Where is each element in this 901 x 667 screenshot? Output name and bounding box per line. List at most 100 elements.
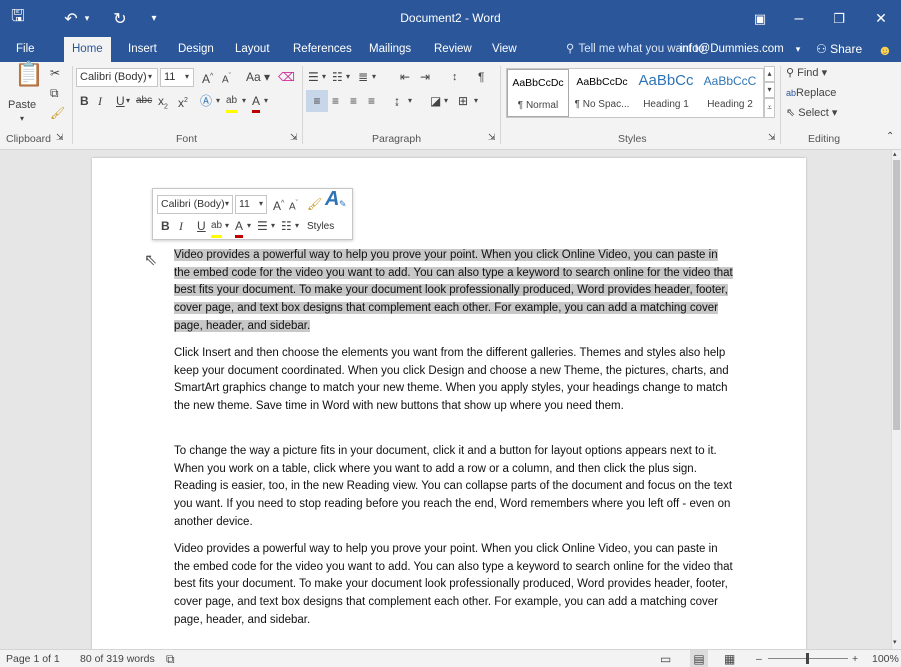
line-spacing-dropdown-icon[interactable]: ▾ (408, 92, 412, 110)
tab-file[interactable]: File (8, 37, 43, 62)
increase-indent-icon[interactable]: ⇥ (420, 68, 430, 86)
restore-button[interactable]: ❐ (826, 0, 852, 37)
multilevel-dropdown-icon[interactable]: ▾ (372, 68, 376, 86)
save-icon[interactable]: 🖫 (4, 0, 32, 37)
tab-mailings[interactable]: Mailings (361, 37, 419, 62)
customize-qat-icon[interactable]: ▾ (146, 0, 162, 37)
scrollbar-thumb[interactable] (893, 160, 900, 430)
mini-font-size-dropdown-icon[interactable]: ▾ (259, 195, 263, 213)
mini-numbering-dropdown-icon[interactable]: ▾ (295, 217, 299, 235)
styles-launcher-icon[interactable]: ⇲ (768, 128, 776, 146)
align-left-icon[interactable]: ≡ (306, 90, 328, 112)
account-name[interactable]: info@Dummies.com (680, 37, 784, 62)
underline-dropdown-icon[interactable]: ▾ (126, 92, 130, 110)
font-color-dropdown-icon[interactable]: ▾ (264, 92, 268, 110)
document-paragraph[interactable]: To change the way a picture fits in your… (174, 443, 734, 532)
highlight-dropdown-icon[interactable]: ▾ (242, 92, 246, 110)
undo-dropdown-icon[interactable]: ▾ (82, 0, 92, 37)
ribbon-display-options-icon[interactable]: ▣ (748, 0, 772, 37)
mini-styles-icon[interactable]: A (325, 189, 339, 209)
font-size-dropdown-icon[interactable]: ▾ (185, 68, 189, 86)
redo-icon[interactable]: ↻ (108, 0, 132, 37)
mini-bullets-dropdown-icon[interactable]: ▾ (271, 217, 275, 235)
styles-scroll-up-icon[interactable]: ▴ (764, 66, 775, 82)
tab-view[interactable]: View (484, 37, 525, 62)
paragraph-launcher-icon[interactable]: ⇲ (488, 128, 496, 146)
copy-icon[interactable]: ⧉ (50, 84, 59, 102)
align-center-icon[interactable]: ≡ (332, 92, 339, 110)
find-button[interactable]: ⚲ Find ▾ (786, 64, 827, 82)
proofing-icon[interactable]: ⧉ (166, 650, 175, 667)
undo-icon[interactable]: ↶ (60, 0, 82, 37)
align-right-icon[interactable]: ≡ (350, 92, 357, 110)
text-effects-dropdown-icon[interactable]: ▾ (216, 92, 220, 110)
font-color-icon[interactable]: A (252, 92, 261, 113)
show-formatting-icon[interactable]: ¶ (478, 68, 484, 86)
vertical-scrollbar[interactable]: ▴ ▾ (891, 150, 901, 649)
tab-design[interactable]: Design (170, 37, 222, 62)
font-name-dropdown-icon[interactable]: ▾ (148, 68, 152, 86)
account-dropdown-icon[interactable]: ▾ (792, 37, 804, 62)
clear-formatting-icon[interactable]: ⌫ (278, 68, 295, 86)
mini-highlight-icon[interactable]: ab (211, 217, 223, 238)
shading-icon[interactable]: ◪ (430, 92, 441, 110)
bullets-icon[interactable]: ☰ (308, 68, 319, 86)
grow-font-icon[interactable]: A^ (202, 68, 213, 88)
zoom-slider-thumb[interactable] (806, 653, 809, 664)
style-no-spacing[interactable]: AaBbCcDc ¶ No Spac... (571, 69, 633, 117)
mini-styles-label[interactable]: Styles (307, 218, 334, 236)
highlight-icon[interactable]: ab (226, 92, 238, 113)
decrease-indent-icon[interactable]: ⇤ (400, 68, 410, 86)
numbering-icon[interactable]: ☷ (332, 68, 343, 86)
clipboard-launcher-icon[interactable]: ⇲ (56, 128, 64, 146)
document-paragraph[interactable]: Video provides a powerful way to help yo… (174, 247, 734, 336)
mini-styles-brush-icon[interactable]: ✎ (339, 195, 347, 213)
mini-font-color-dropdown-icon[interactable]: ▾ (247, 217, 251, 235)
mini-font-name-box[interactable]: Calibri (Body) (157, 195, 233, 214)
tab-layout[interactable]: Layout (227, 37, 278, 62)
document-paragraph[interactable]: Click Insert and then choose the element… (174, 345, 734, 416)
styles-scroll-down-icon[interactable]: ▾ (764, 82, 775, 98)
font-name-box[interactable]: Calibri (Body) (76, 68, 158, 87)
multilevel-list-icon[interactable]: ≣ (358, 68, 368, 86)
numbering-dropdown-icon[interactable]: ▾ (346, 68, 350, 86)
mini-bullets-icon[interactable]: ☰ (257, 217, 268, 235)
change-case-button[interactable]: Aa ▾ (246, 68, 270, 86)
mini-highlight-dropdown-icon[interactable]: ▾ (225, 217, 229, 235)
style-heading-2[interactable]: AaBbCcC Heading 2 (699, 69, 761, 117)
mini-italic-icon[interactable]: I (179, 217, 183, 235)
line-spacing-icon[interactable]: ↨ (394, 92, 400, 110)
style-normal[interactable]: AaBbCcDc ¶ Normal (507, 69, 569, 117)
document-page[interactable]: Calibri (Body) ▾ 11 ▾ A^ Aˇ 🖌 A ✎ B I U … (92, 158, 806, 649)
mini-underline-icon[interactable]: U (197, 217, 206, 235)
document-paragraph[interactable]: Video provides a powerful way to help yo… (174, 541, 734, 630)
borders-dropdown-icon[interactable]: ▾ (474, 92, 478, 110)
underline-icon[interactable]: U (116, 92, 125, 110)
zoom-in-button[interactable]: + (852, 650, 858, 667)
mini-bold-icon[interactable]: B (161, 217, 170, 235)
cut-icon[interactable]: ✂ (50, 64, 60, 82)
tab-review[interactable]: Review (426, 37, 480, 62)
read-mode-icon[interactable]: ▭ (660, 650, 671, 667)
subscript-icon[interactable]: x2 (158, 92, 168, 116)
mini-numbering-icon[interactable]: ☷ (281, 217, 292, 235)
format-painter-icon[interactable]: 🖌 (50, 104, 65, 122)
zoom-level[interactable]: 100% (872, 650, 899, 667)
mini-font-dropdown-icon[interactable]: ▾ (225, 195, 229, 213)
paste-icon[interactable]: 📋 (14, 63, 44, 87)
shading-dropdown-icon[interactable]: ▾ (444, 92, 448, 110)
tab-insert[interactable]: Insert (120, 37, 165, 62)
page-count[interactable]: Page 1 of 1 (6, 650, 60, 667)
text-effects-icon[interactable]: Ⓐ (200, 92, 212, 110)
close-button[interactable]: ✕ (866, 0, 896, 37)
word-count[interactable]: 80 of 319 words (80, 650, 155, 667)
shrink-font-icon[interactable]: Aˇ (222, 68, 231, 89)
print-layout-icon[interactable]: ▤ (690, 650, 708, 667)
tab-home[interactable]: Home (64, 37, 111, 62)
select-button[interactable]: ⇖ Select ▾ (786, 104, 837, 122)
mini-format-painter-icon[interactable]: 🖌 (307, 195, 322, 213)
replace-button[interactable]: abReplace (786, 84, 836, 102)
web-layout-icon[interactable]: ▦ (724, 650, 735, 667)
justify-icon[interactable]: ≡ (368, 92, 375, 110)
zoom-slider[interactable] (768, 653, 848, 664)
